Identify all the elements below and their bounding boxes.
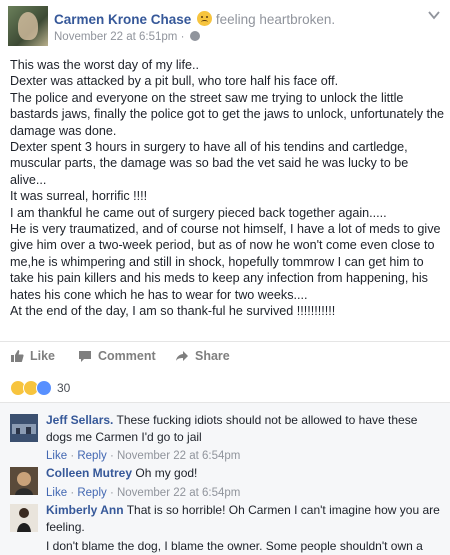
comment-like-link[interactable]: Like [46,487,67,499]
comments-section: Jeff Sellars. These fucking idiots shoul… [0,402,450,555]
thumbs-up-icon [11,350,24,362]
comment-meta: Like · Reply · November 22 at 6:54pm [46,486,241,499]
like-reaction-icon [36,380,52,396]
reaction-count: 30 [57,381,71,395]
author-avatar[interactable] [8,6,48,46]
commenter-avatar[interactable] [10,467,38,495]
meta-separator: · [180,31,185,43]
comment-content: Kimberly Ann That is so horrible! Oh Car… [46,502,442,555]
chevron-down-icon[interactable] [428,10,440,20]
comment-time[interactable]: November 22 at 6:54pm [117,450,240,462]
post-line: This was the worst day of my life.. [10,58,199,72]
post-line: Dexter spent 3 hours in surgery to have … [10,140,409,187]
post-timestamp[interactable]: November 22 at 6:51pm [54,31,177,43]
post-line: The police and everyone on the street sa… [10,90,445,138]
comment-author[interactable]: Kimberly Ann [46,503,124,517]
like-label: Like [30,349,56,363]
comment-text-continued: I don't blame the dog, I blame the owner… [46,539,423,553]
like-button[interactable]: Like [10,349,55,363]
post-line: It was surreal, horrific !!!! [10,189,148,204]
share-icon [176,351,188,361]
comment-author[interactable]: Jeff Sellars. [46,413,113,427]
comment-content: Jeff Sellars. These fucking idiots shoul… [46,412,442,465]
globe-icon[interactable] [189,31,200,41]
author-line: Carmen Krone Chase feeling heartbroken. [54,11,335,27]
post-body: This was the worst day of my life.. Dext… [10,57,446,320]
comment-time[interactable]: November 22 at 6:54pm [117,487,240,499]
comment-text: Oh my god! [135,466,198,480]
comment-label: Comment [98,349,156,363]
comment-reply-link[interactable]: Reply [77,487,106,499]
comment-reply-link[interactable]: Reply [77,450,106,462]
post-action-bar: Like Comment Share [0,341,450,371]
feeling-text: feeling heartbroken. [215,12,336,27]
sad-face-icon [197,11,213,26]
comment-meta: Like · Reply · November 22 at 6:54pm [46,450,241,462]
comment-author[interactable]: Colleen Mutrey [46,466,132,480]
comment-button[interactable]: Comment [78,349,156,363]
comment-like-link[interactable]: Like [46,450,67,462]
post-line: At the end of the day, I am so thank-ful… [10,304,336,319]
post-line: I am thankful he came out of surgery pie… [10,205,387,220]
post-header: Carmen Krone Chase feeling heartbroken. … [0,0,450,56]
share-label: Share [195,349,230,363]
comment-icon [79,351,91,362]
author-name[interactable]: Carmen Krone Chase [54,12,191,27]
share-button[interactable]: Share [175,349,230,363]
comment-content: Colleen Mutrey Oh my god! Like · Reply ·… [46,465,442,501]
post-line: Dexter was attacked by a pit bull, who t… [10,74,339,89]
commenter-avatar[interactable] [10,414,38,442]
post-line: He is very traumatized, and of course no… [10,222,441,302]
commenter-avatar[interactable] [10,504,38,532]
reactions-summary[interactable]: 30 [10,379,70,397]
post-meta: November 22 at 6:51pm · [54,31,200,43]
